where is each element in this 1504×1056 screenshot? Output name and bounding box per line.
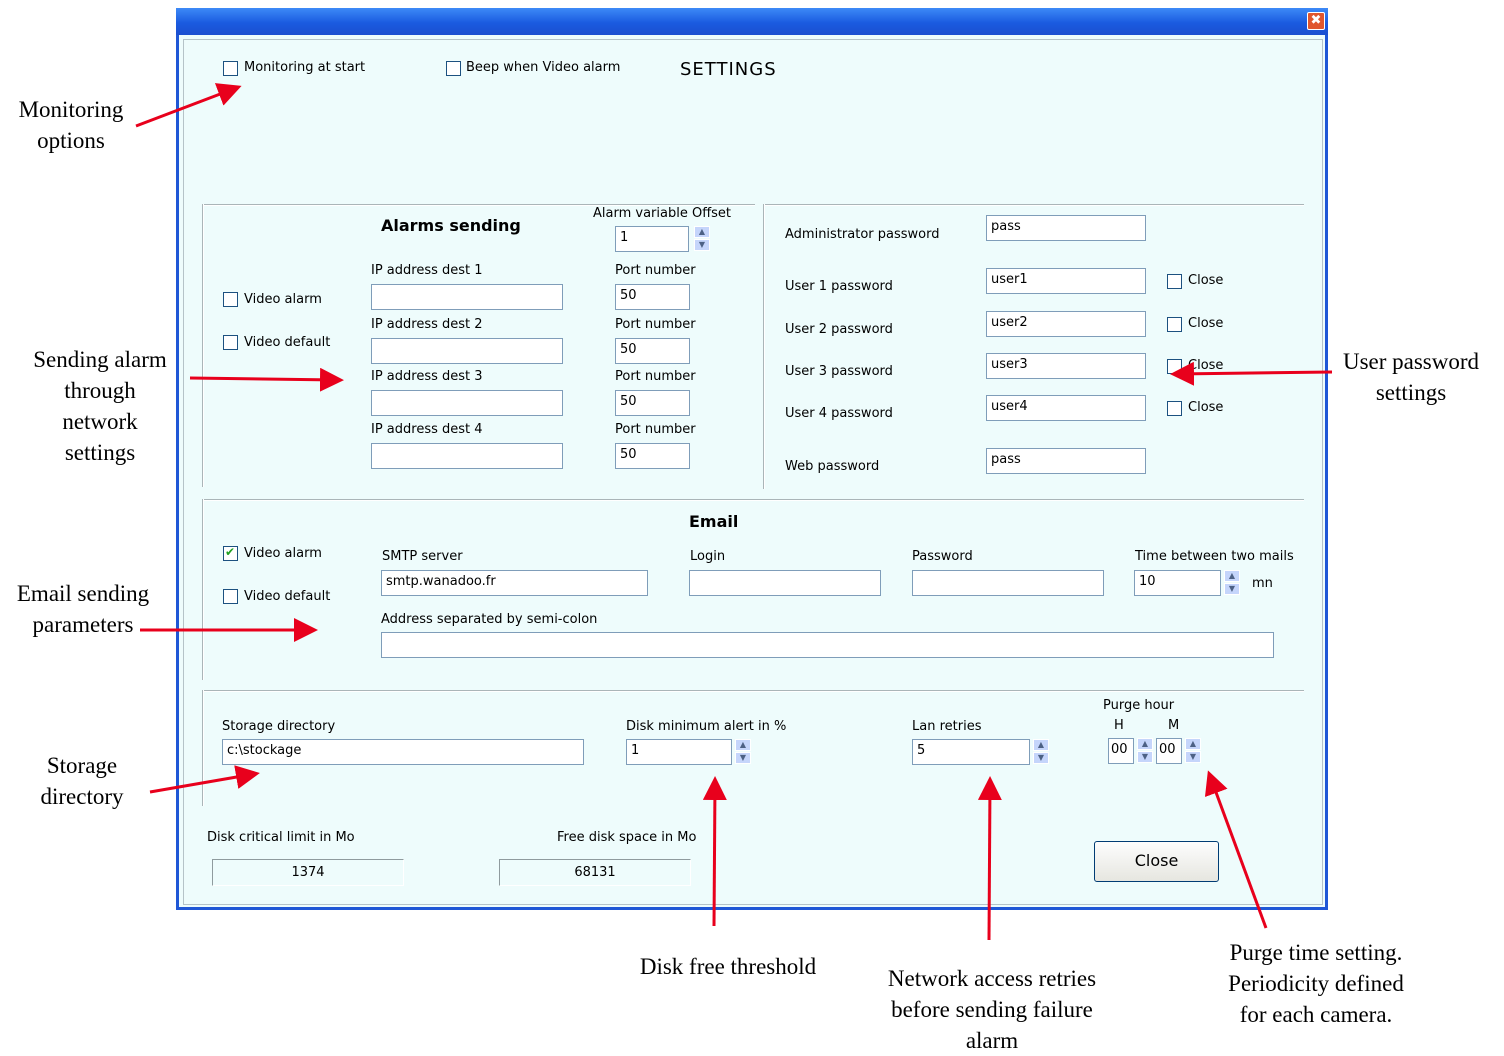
arrow-network-retries [977, 776, 1002, 941]
arrow-user-password [1170, 361, 1333, 386]
arrow-sending [189, 367, 344, 392]
annotation-arrows [135, 83, 1333, 941]
arrow-storage [149, 765, 260, 794]
arrow-purge [1204, 770, 1268, 929]
arrow-disk-free [702, 776, 727, 927]
arrow-monitoring [135, 83, 242, 128]
